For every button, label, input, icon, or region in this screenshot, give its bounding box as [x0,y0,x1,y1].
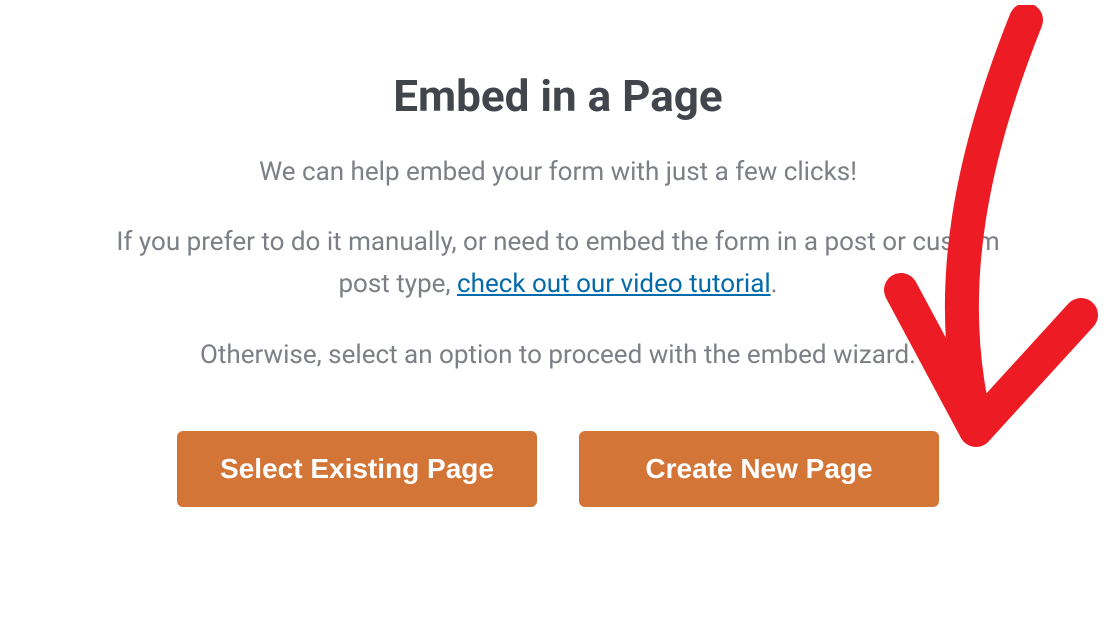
create-new-page-button[interactable]: Create New Page [579,431,939,507]
modal-title: Embed in a Page [100,70,1016,122]
modal-footer-text: Otherwise, select an option to proceed w… [100,335,1016,375]
modal-subtitle: We can help embed your form with just a … [100,152,1016,192]
select-existing-page-button[interactable]: Select Existing Page [177,431,537,507]
embed-modal: Embed in a Page We can help embed your f… [0,0,1116,507]
modal-description: If you prefer to do it manually, or need… [100,222,1016,305]
video-tutorial-link[interactable]: check out our video tutorial [457,269,771,299]
button-row: Select Existing Page Create New Page [100,431,1016,507]
description-suffix: . [771,269,778,299]
